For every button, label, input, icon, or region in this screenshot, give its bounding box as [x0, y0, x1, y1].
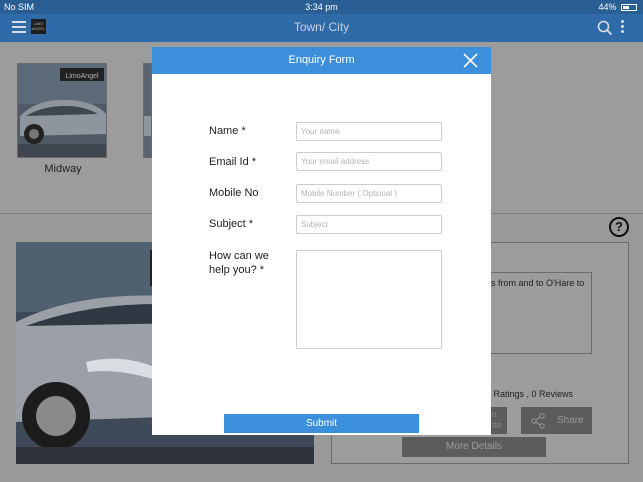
- description-box: s from and to O'Hare to: [490, 272, 592, 354]
- share-icon: [531, 413, 545, 429]
- message-label-line1: How can we: [209, 250, 269, 262]
- message-label-line2: help you? *: [209, 264, 265, 276]
- mobile-label: Mobile No: [209, 187, 259, 199]
- app-header: LIMO ANGEL Town/ City: [0, 14, 643, 42]
- search-icon[interactable]: [597, 20, 613, 36]
- email-label: Email Id *: [209, 156, 257, 168]
- modal-title: Enquiry Form: [288, 54, 355, 66]
- enquiry-form-modal: Enquiry Form Name * Email Id * Mobile No…: [152, 47, 491, 435]
- message-label: How can we help you? *: [209, 249, 269, 277]
- help-icon[interactable]: ?: [609, 217, 629, 237]
- description-text: s from and to O'Hare to: [491, 278, 585, 288]
- more-vertical-icon[interactable]: [621, 20, 625, 36]
- car-thumbnail[interactable]: [143, 63, 152, 158]
- name-label: Name *: [209, 125, 246, 137]
- subject-field[interactable]: [296, 215, 442, 234]
- mobile-field[interactable]: [296, 184, 442, 203]
- battery-indicator: 44%: [598, 2, 637, 12]
- ratings-summary: 0 Ratings , 0 Reviews: [486, 389, 574, 399]
- battery-percent: 44%: [598, 2, 617, 12]
- subject-label: Subject *: [209, 218, 254, 230]
- thumbnail-plate: LimoAngel: [65, 73, 99, 80]
- submit-button[interactable]: Submit: [224, 414, 419, 433]
- share-button[interactable]: Share: [521, 407, 592, 434]
- email-field[interactable]: [296, 152, 442, 171]
- message-textarea[interactable]: [296, 250, 442, 349]
- modal-header: Enquiry Form: [152, 47, 491, 74]
- battery-icon: [621, 4, 637, 11]
- thumbnail-label: Midway: [44, 163, 82, 175]
- more-details-button[interactable]: More Details: [402, 437, 546, 457]
- name-field[interactable]: [296, 122, 442, 141]
- status-bar: No SIM 3:34 pm 44%: [0, 0, 643, 14]
- clock: 3:34 pm: [305, 2, 338, 12]
- share-label: Share: [557, 415, 584, 426]
- car-thumbnail[interactable]: LimoAngel: [17, 63, 107, 158]
- page-title: Town/ City: [293, 20, 350, 34]
- close-icon[interactable]: [462, 52, 479, 69]
